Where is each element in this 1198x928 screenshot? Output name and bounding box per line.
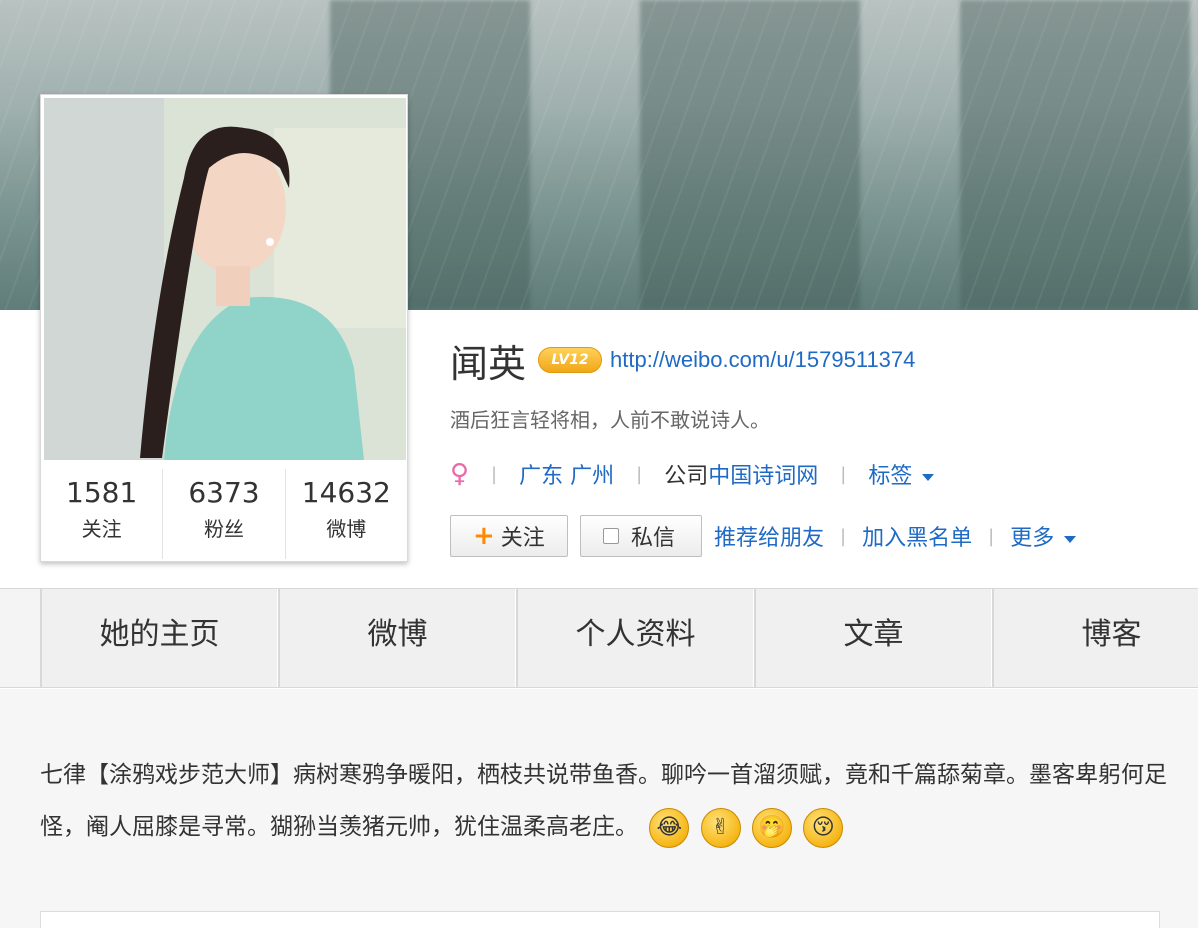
- profile-url-link[interactable]: http://weibo.com/u/1579511374: [610, 347, 915, 373]
- post-card: [40, 911, 1160, 928]
- stat-followers[interactable]: 6373 粉丝: [162, 469, 284, 559]
- more-label: 更多: [1010, 526, 1055, 551]
- kiss-emoji-icon: 😚: [803, 807, 844, 848]
- blacklist-link[interactable]: 加入黑名单: [862, 520, 972, 552]
- victory-hand-icon: ✌: [700, 807, 741, 848]
- chevron-down-icon: [922, 473, 935, 481]
- feed-area: 七律【涂鸦戏步范大师】病树寒鸦争暖阳，栖枝共说带鱼香。聊吟一首溜须赋，竟和千篇舔…: [0, 689, 1198, 928]
- stat-value: 14632: [301, 476, 391, 509]
- profile-bio: 酒后狂言轻将相，人前不敢说诗人。: [450, 408, 770, 432]
- divider: |: [988, 525, 995, 547]
- post-text: 七律【涂鸦戏步范大师】病树寒鸦争暖阳，栖枝共说带鱼香。聊吟一首溜须赋，竟和千篇舔…: [40, 749, 1170, 853]
- tab-weibo[interactable]: 微博: [278, 589, 516, 687]
- shy-emoji-icon: 🤭: [751, 807, 792, 848]
- tab-blog[interactable]: 博客: [992, 589, 1198, 687]
- follow-button[interactable]: + 关注: [450, 515, 568, 557]
- divider: |: [840, 463, 847, 485]
- divider: |: [840, 525, 847, 547]
- stat-label: 粉丝: [203, 517, 244, 541]
- company-link[interactable]: 中国诗词网: [708, 464, 818, 489]
- plus-icon: +: [473, 521, 495, 551]
- profile-stats: 1581 关注 6373 粉丝 14632 微博: [41, 469, 407, 559]
- profile-actions: + 关注 私信 推荐给朋友 | 加入黑名单 | 更多: [450, 514, 1077, 558]
- stat-value: 1581: [66, 476, 138, 509]
- tab-home[interactable]: 她的主页: [40, 589, 278, 687]
- message-button[interactable]: 私信: [580, 515, 702, 557]
- divider: |: [636, 463, 643, 485]
- stat-value: 6373: [188, 476, 260, 509]
- company-label: 公司: [664, 464, 709, 489]
- tab-articles[interactable]: 文章: [754, 589, 992, 687]
- stat-posts[interactable]: 14632 微博: [284, 469, 407, 559]
- female-icon: ♀: [450, 459, 470, 489]
- post-body: 七律【涂鸦戏步范大师】病树寒鸦争暖阳，栖枝共说带鱼香。聊吟一首溜须赋，竟和千篇舔…: [40, 762, 1167, 840]
- message-icon: [603, 528, 619, 544]
- message-label: 私信: [631, 526, 676, 551]
- tags-dropdown[interactable]: 标签: [868, 458, 935, 490]
- profile-info: 闻英 LV12 http://weibo.com/u/1579511374 酒后…: [450, 334, 1198, 489]
- profile-meta: ♀ | 广东 广州 | 公司中国诗词网 | 标签: [450, 459, 1198, 489]
- level-badge[interactable]: LV12: [538, 347, 603, 373]
- tags-label: 标签: [868, 464, 913, 489]
- tab-profile[interactable]: 个人资料: [516, 589, 754, 687]
- divider: |: [491, 463, 498, 485]
- stat-following[interactable]: 1581 关注: [41, 469, 162, 559]
- avatar[interactable]: [44, 98, 406, 460]
- avatar-card: 1581 关注 6373 粉丝 14632 微博: [40, 94, 408, 562]
- profile-name: 闻英: [450, 341, 527, 386]
- more-dropdown[interactable]: 更多: [1010, 520, 1077, 552]
- chevron-down-icon: [1064, 535, 1077, 543]
- stat-label: 微博: [326, 517, 367, 541]
- recommend-link[interactable]: 推荐给朋友: [714, 520, 824, 552]
- follow-label: 关注: [500, 526, 545, 551]
- stat-label: 关注: [81, 517, 122, 541]
- profile-tab-bar: 她的主页 微博 个人资料 文章 博客: [0, 588, 1198, 688]
- location-link[interactable]: 广东 广州: [519, 458, 614, 490]
- company-info: 公司中国诗词网: [664, 458, 818, 490]
- laughing-emoji-icon: 😂: [649, 807, 690, 848]
